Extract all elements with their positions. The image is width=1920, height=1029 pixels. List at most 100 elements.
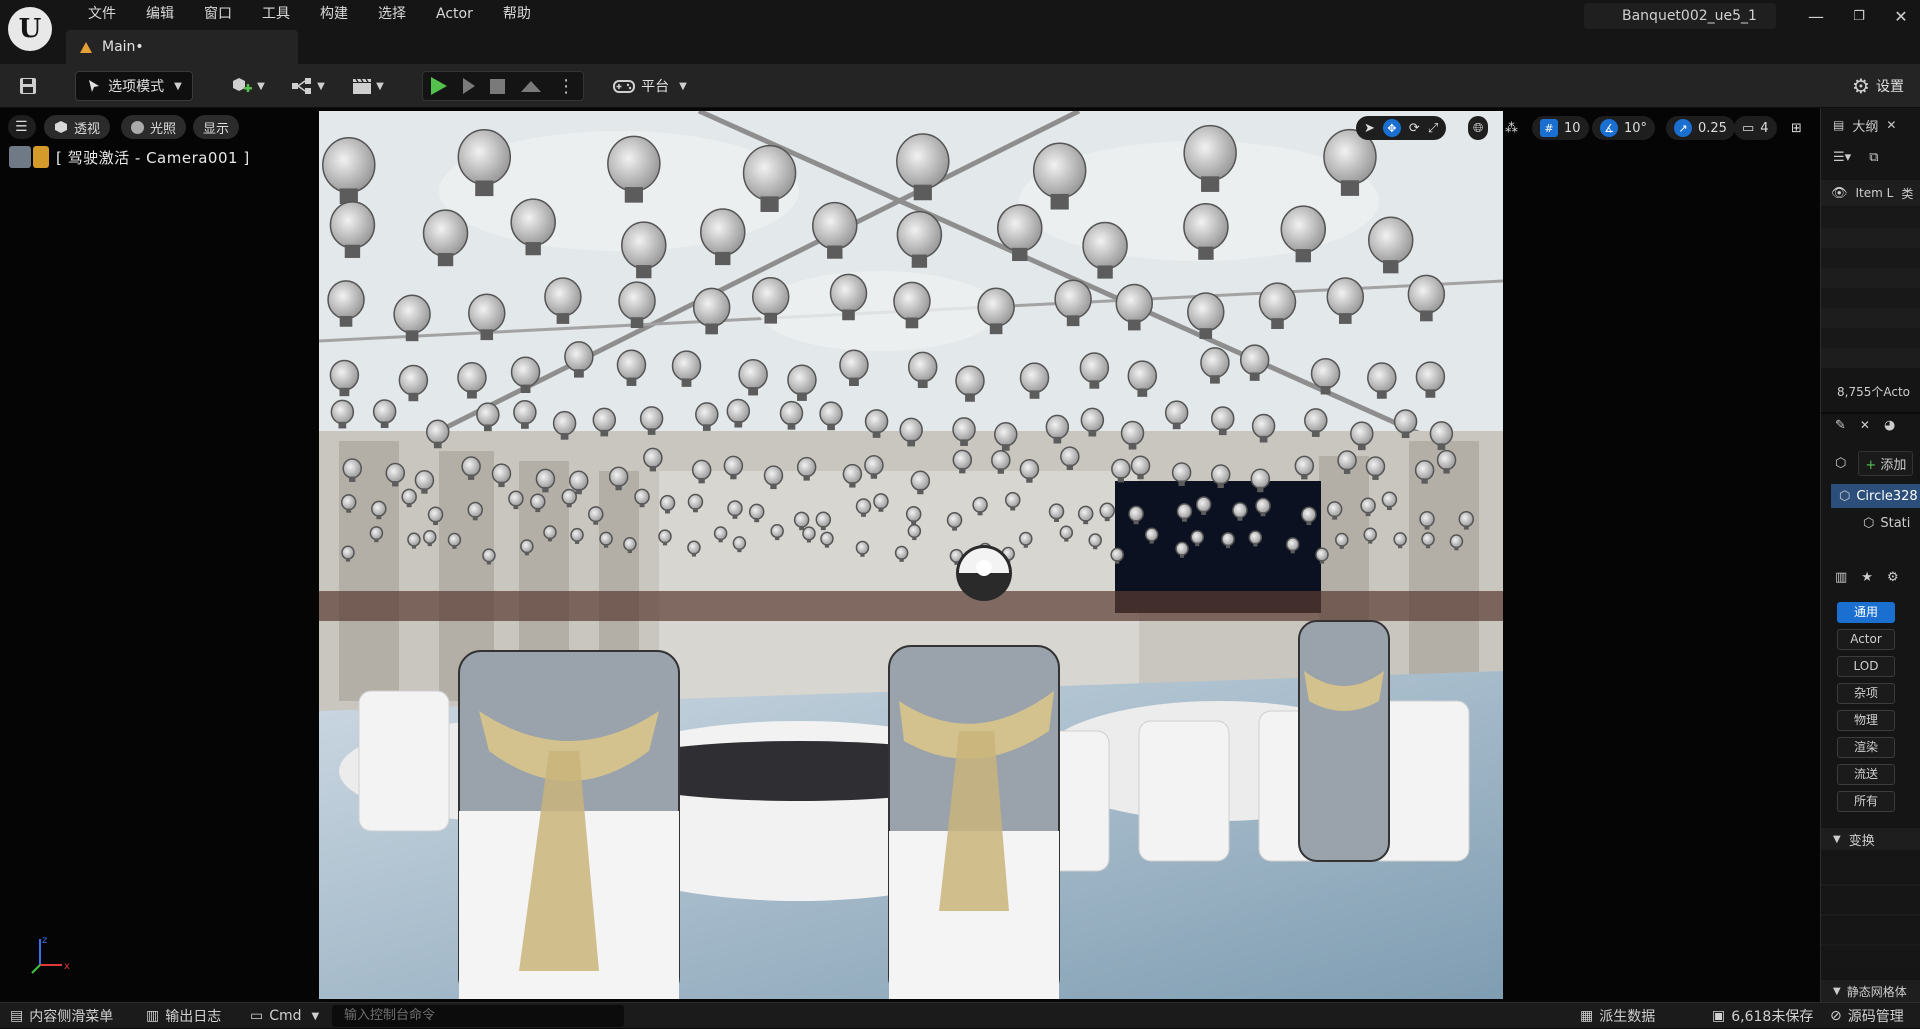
component-root[interactable]: ⬡ Circle328: [1831, 484, 1920, 508]
chevron-down-icon: ▼: [376, 80, 384, 92]
selection-mode-button[interactable]: 选项模式 ▼: [75, 71, 193, 101]
select-icon[interactable]: ➤: [1364, 121, 1375, 136]
mode-icon: [89, 80, 100, 92]
add-component-button[interactable]: + 添加: [1858, 450, 1914, 476]
step-icon[interactable]: [462, 78, 475, 94]
restore-icon[interactable]: ❐: [1848, 6, 1870, 28]
eject-icon[interactable]: [521, 80, 542, 92]
selected-actor-name: Circle328: [1856, 488, 1918, 504]
platforms-button[interactable]: 平台 ▼: [612, 71, 688, 101]
rotate-snap-button[interactable]: ∡ 10°: [1592, 116, 1656, 140]
show-button[interactable]: 显示: [193, 115, 240, 139]
show-label: 显示: [203, 121, 230, 137]
tab-main-label: Main•: [102, 39, 144, 55]
menu-window[interactable]: 窗口: [189, 2, 247, 26]
scale-icon[interactable]: ⤢: [1428, 121, 1438, 136]
lighting-button[interactable]: 光照: [121, 115, 187, 139]
globe-icon: ◕: [1883, 418, 1896, 433]
transform-section[interactable]: ▼ 变换: [1821, 828, 1920, 850]
source-control-button[interactable]: ⊘ 源码管理: [1830, 1003, 1904, 1029]
cmd-selector[interactable]: ▭ Cmd ▼: [250, 1003, 319, 1029]
derived-data-button[interactable]: ▦ 派生数据: [1580, 1003, 1655, 1029]
svg-text:z: z: [42, 935, 47, 946]
category-rendering[interactable]: 渲染: [1837, 737, 1895, 758]
camera-pilot-label: [ 驾驶激活 - Camera001 ]: [56, 149, 250, 167]
layout-button[interactable]: ⊞: [1786, 116, 1807, 140]
banquet-hall-scene: [319, 111, 1503, 999]
category-lod[interactable]: LOD: [1837, 656, 1895, 677]
content-drawer-icon: ▤: [10, 1008, 24, 1024]
terminal-icon: ▭: [250, 1008, 264, 1024]
outliner-settings-icon[interactable]: ⧉: [1869, 150, 1878, 172]
content-drawer-button[interactable]: ▤ 内容侧滑菜单: [10, 1003, 113, 1029]
viewport-menu-button[interactable]: ☰: [8, 115, 36, 139]
menu-tools[interactable]: 工具: [247, 2, 305, 26]
blueprint-icon: [292, 78, 312, 94]
scale-snap-button[interactable]: ↗ 0.25: [1666, 116, 1735, 140]
main-toolbar: 选项模式 ▼ ▼ ▼ ▼ ⋮ 平台 ▼ ⚙ 设置: [0, 64, 1920, 108]
close-icon[interactable]: ✕: [1860, 418, 1870, 440]
add-content-button[interactable]: ▼: [226, 71, 270, 101]
menu-actor[interactable]: Actor: [421, 2, 488, 26]
outliner-columns: 👁︎ Item L 类: [1821, 180, 1920, 206]
component-static-mesh[interactable]: ⬡ Stati: [1821, 512, 1920, 534]
star-icon[interactable]: ★: [1861, 570, 1873, 592]
category-streaming[interactable]: 流送: [1837, 764, 1895, 785]
blueprint-button[interactable]: ▼: [286, 71, 330, 101]
svg-text:x: x: [64, 961, 70, 972]
rotate-snap-value: 10°: [1624, 120, 1648, 136]
camera-speed-button[interactable]: ▭ 4: [1734, 116, 1777, 140]
layout-icon: ⊞: [1791, 120, 1802, 136]
unreal-logo[interactable]: U: [8, 7, 52, 51]
chevron-down-icon: ▼: [1833, 985, 1841, 997]
rotate-icon[interactable]: ⟳: [1409, 121, 1420, 136]
category-general[interactable]: 通用: [1837, 602, 1895, 623]
menu-build[interactable]: 构建: [305, 2, 363, 26]
save-button[interactable]: [12, 71, 44, 101]
chevron-down-icon: ▼: [1833, 833, 1841, 845]
level-viewport[interactable]: [319, 111, 1503, 999]
tab-main[interactable]: Main•: [66, 30, 298, 64]
main-menu: 文件 编辑 窗口 工具 构建 选择 Actor 帮助: [73, 2, 546, 26]
category-all[interactable]: 所有: [1837, 791, 1895, 812]
stop-icon[interactable]: [490, 78, 506, 94]
category-physics[interactable]: 物理: [1837, 710, 1895, 731]
gamepad-icon: [613, 80, 636, 93]
play-icon[interactable]: [430, 77, 447, 95]
category-actor[interactable]: Actor: [1837, 629, 1895, 650]
outliner-list[interactable]: [1821, 208, 1920, 368]
settings-button[interactable]: ⚙ 设置: [1836, 71, 1920, 101]
console-input[interactable]: 输入控制台命令: [332, 1005, 624, 1027]
platforms-label: 平台: [641, 79, 670, 95]
menu-select[interactable]: 选择: [363, 2, 421, 26]
static-mesh-section[interactable]: ▼ 静态网格体: [1821, 980, 1920, 1002]
gear-icon[interactable]: ⚙: [1887, 570, 1899, 592]
output-log-button[interactable]: ▥ 输出日志: [146, 1003, 221, 1029]
transform-fields[interactable]: [1821, 856, 1920, 966]
outliner-filter-row: ☰▾ ⧉: [1821, 150, 1920, 172]
settings-label: 设置: [1875, 79, 1904, 95]
minimize-icon[interactable]: —: [1805, 6, 1827, 28]
category-misc[interactable]: 杂项: [1837, 683, 1895, 704]
unsaved-button[interactable]: ▣ 6,618未保存: [1712, 1003, 1813, 1029]
actor-icon: ⬡: [1835, 455, 1847, 471]
close-icon[interactable]: ✕: [1886, 118, 1896, 132]
world-space-button[interactable]: 🌐︎: [1468, 116, 1489, 140]
menu-edit[interactable]: 编辑: [131, 2, 189, 26]
grid-icon: #: [1540, 119, 1558, 137]
menu-file[interactable]: 文件: [73, 2, 131, 26]
filter-icon[interactable]: ☰▾: [1833, 150, 1851, 172]
camera-pilot-icon[interactable]: [9, 146, 51, 168]
more-options-icon[interactable]: ⋮: [557, 76, 575, 97]
add-component-label: 添加: [1880, 457, 1907, 473]
perspective-button[interactable]: 透视: [44, 115, 111, 139]
grid-view-icon[interactable]: ▥: [1835, 570, 1847, 592]
menu-help[interactable]: 帮助: [488, 2, 546, 26]
move-icon[interactable]: ✥: [1382, 119, 1401, 137]
surface-snap-button[interactable]: ⁂: [1500, 116, 1523, 140]
eye-icon[interactable]: 👁︎: [1831, 186, 1848, 201]
close-icon[interactable]: ✕: [1890, 6, 1912, 28]
grid-snap-button[interactable]: # 10: [1532, 116, 1589, 140]
cinematics-button[interactable]: ▼: [346, 71, 390, 101]
chevron-down-icon: ▼: [257, 80, 265, 92]
